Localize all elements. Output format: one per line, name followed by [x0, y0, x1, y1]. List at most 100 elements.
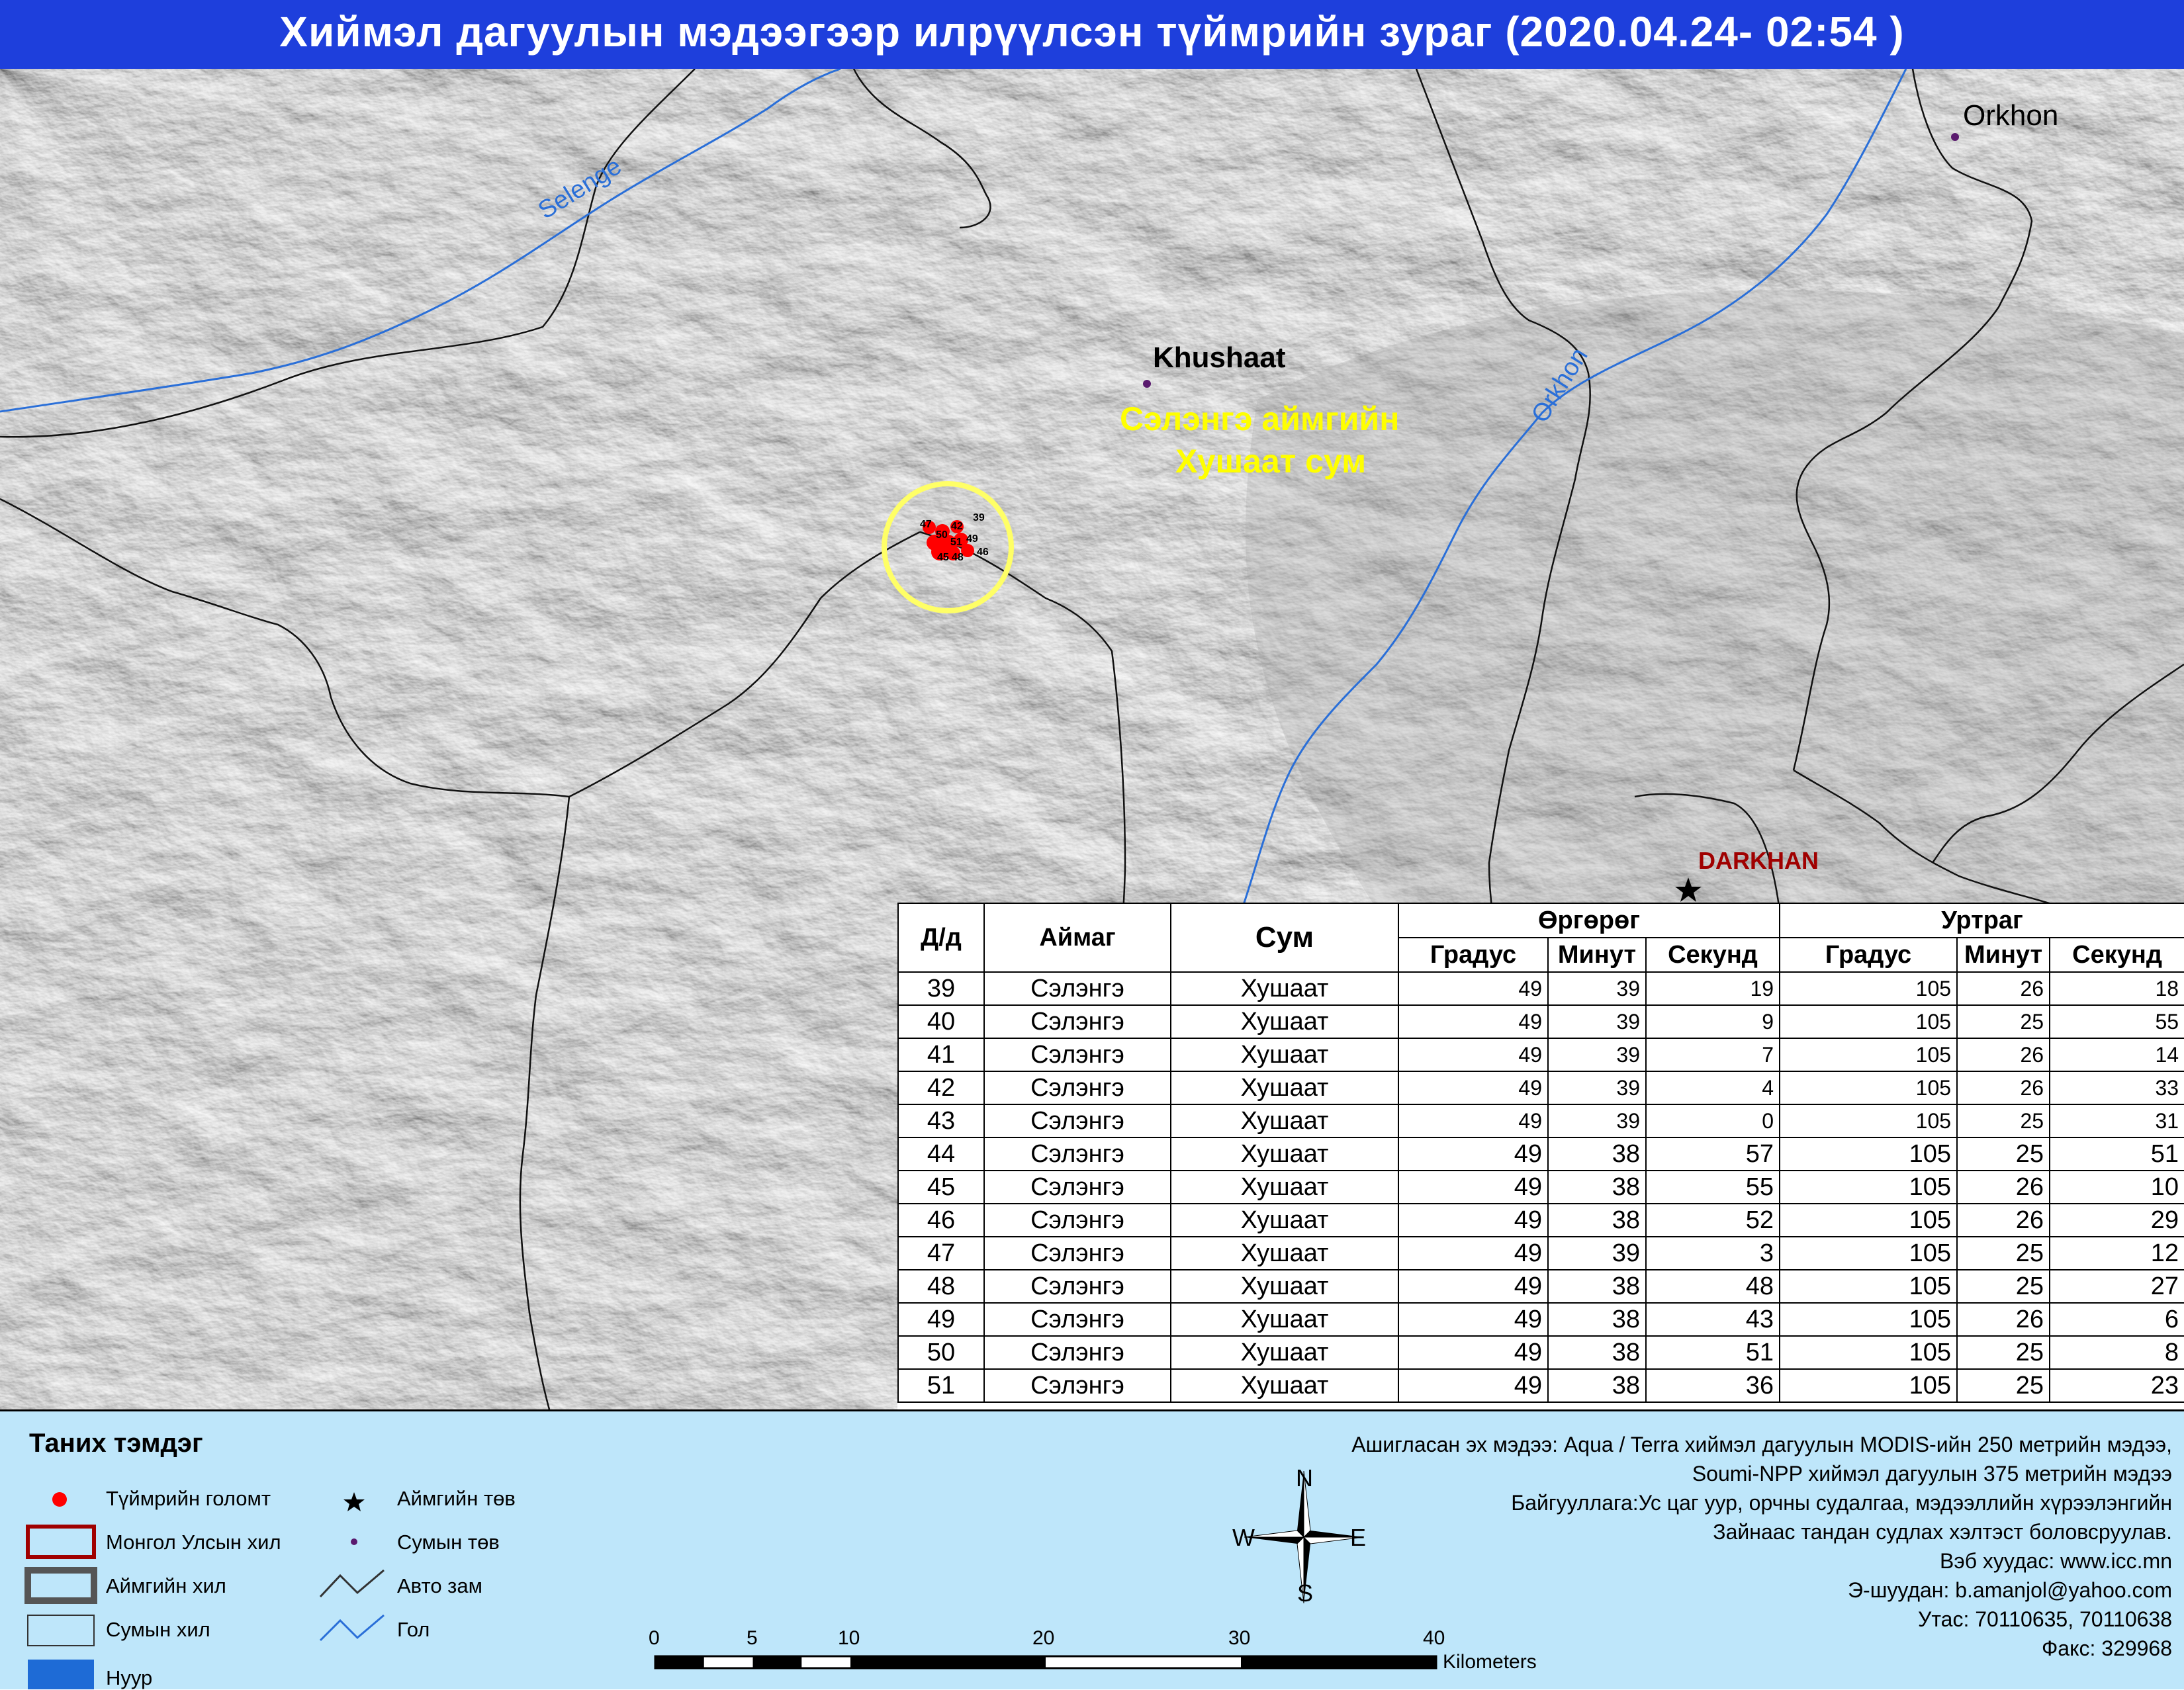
- table-row: 40 Сэлэнгэ Хушаат 49 39 9 105 25 55: [897, 1004, 2184, 1039]
- table-row: 44 Сэлэнгэ Хушаат 49 38 57 105 25 51: [897, 1137, 2184, 1171]
- table-cell-lat-min: 38: [1547, 1368, 1647, 1403]
- orkhon-place-label: Orkhon: [1963, 99, 2059, 132]
- table-cell-lat-min: 38: [1547, 1335, 1647, 1370]
- table-cell-lon-deg: 105: [1779, 1269, 1958, 1304]
- table-row: 45 Сэлэнгэ Хушаат 49 38 55 105 26 10: [897, 1170, 2184, 1204]
- scale-tick-20: 20: [1032, 1627, 1055, 1649]
- table-cell-lat-deg: 49: [1398, 1269, 1549, 1304]
- table-cell-lat-sec: 19: [1645, 971, 1781, 1006]
- river-symbol: [319, 1614, 385, 1642]
- darkhan-aimag-center: [1675, 877, 1702, 902]
- table-cell-lat-sec: 48: [1645, 1269, 1781, 1304]
- info-website[interactable]: Вэб хуудас: www.icc.mn: [1940, 1549, 2172, 1574]
- table-cell-lat-sec: 7: [1645, 1038, 1781, 1072]
- table-cell-lon-min: 26: [1956, 1302, 2051, 1337]
- scale-tick-40: 40: [1423, 1627, 1445, 1649]
- table-cell-lat-sec: 55: [1645, 1170, 1781, 1204]
- scale-unit: Kilometers: [1443, 1651, 1537, 1673]
- table-cell-lon-min: 26: [1956, 1071, 2051, 1105]
- table-row: 49 Сэлэнгэ Хушаат 49 38 43 105 26 6: [897, 1302, 2184, 1337]
- fire-label: 48: [952, 552, 964, 563]
- info-email[interactable]: Э-шуудан: b.amanjol@yahoo.com: [1848, 1578, 2172, 1603]
- table-cell-sum: Хушаат: [1170, 1104, 1399, 1138]
- fire-label: 49: [966, 533, 978, 545]
- table-cell-aimag: Сэлэнгэ: [983, 1004, 1171, 1039]
- fire-label: 51: [950, 537, 962, 548]
- table-cell-lat-min: 39: [1547, 1071, 1647, 1105]
- table-cell-lat-deg: 49: [1398, 1236, 1549, 1270]
- road-symbol: [319, 1569, 385, 1598]
- legend-panel: Таних тэмдэг Түймрийн голомт Аймгийн төв…: [0, 1409, 2184, 1689]
- table-cell-lon-sec: 33: [2049, 1071, 2184, 1105]
- table-cell-lon-sec: 27: [2049, 1269, 2184, 1304]
- table-cell-lat-deg: 49: [1398, 1203, 1549, 1237]
- scale-tick-5: 5: [747, 1627, 758, 1649]
- col-header-longitude: Уртраг: [1779, 903, 2184, 938]
- table-cell-lat-sec: 51: [1645, 1335, 1781, 1370]
- table-cell-lat-min: 38: [1547, 1137, 1647, 1171]
- info-phone: Утас: 70110635, 70110638: [1918, 1607, 2172, 1631]
- table-cell-sum: Хушаат: [1170, 1137, 1399, 1171]
- table-cell-lon-deg: 105: [1779, 1203, 1958, 1237]
- table-cell-lon-sec: 12: [2049, 1236, 2184, 1270]
- mongolia-border-symbol: [26, 1525, 96, 1559]
- table-row: 50 Сэлэнгэ Хушаат 49 38 51 105 25 8: [897, 1335, 2184, 1370]
- legend-lake: Нуур: [106, 1666, 153, 1689]
- legend-soum-center: Сумын төв: [397, 1531, 500, 1554]
- table-cell-lat-min: 38: [1547, 1269, 1647, 1304]
- table-cell-sum: Хушаат: [1170, 1368, 1399, 1403]
- table-cell-lat-deg: 49: [1398, 1335, 1549, 1370]
- table-cell-lat-min: 38: [1547, 1302, 1647, 1337]
- table-cell-lon-sec: 10: [2049, 1170, 2184, 1204]
- table-cell-no: 47: [897, 1236, 985, 1270]
- table-cell-lon-min: 26: [1956, 1203, 2051, 1237]
- table-cell-lon-deg: 105: [1779, 1071, 1958, 1105]
- fire-label: 47: [920, 519, 932, 530]
- table-cell-lon-deg: 105: [1779, 1137, 1958, 1171]
- table-cell-no: 45: [897, 1170, 985, 1204]
- table-cell-aimag: Сэлэнгэ: [983, 1236, 1171, 1270]
- legend-mongolia-border: Монгол Улсын хил: [106, 1531, 281, 1554]
- map-title: Хиймэл дагуулын мэдээгээр илрүүлсэн түйм…: [0, 0, 2184, 69]
- info-org-line2: Зайнаас тандан судлах хэлтэст боловсруул…: [1713, 1520, 2172, 1544]
- table-cell-sum: Хушаат: [1170, 1302, 1399, 1337]
- table-cell-sum: Хушаат: [1170, 1004, 1399, 1039]
- orkhon-soum-center: [1951, 133, 1959, 141]
- table-cell-lat-min: 39: [1547, 971, 1647, 1006]
- table-cell-lon-min: 25: [1956, 1368, 2051, 1403]
- table-body: 39 Сэлэнгэ Хушаат 49 39 19 105 26 18 40 Сэлэнгэ Хуш…: [897, 971, 2184, 1403]
- table-cell-lat-sec: 57: [1645, 1137, 1781, 1171]
- table-cell-lat-sec: 9: [1645, 1004, 1781, 1039]
- table-cell-no: 46: [897, 1203, 985, 1237]
- col-header-aimag: Аймаг: [983, 903, 1171, 973]
- table-cell-lat-sec: 4: [1645, 1071, 1781, 1105]
- col-header-lat-sec: Секунд: [1645, 937, 1781, 973]
- table-cell-no: 44: [897, 1137, 985, 1171]
- compass-e: E: [1350, 1524, 1367, 1551]
- table-cell-no: 50: [897, 1335, 985, 1370]
- table-cell-lon-sec: 18: [2049, 971, 2184, 1006]
- col-header-latitude: Өргөрөг: [1397, 903, 1781, 938]
- table-cell-lat-min: 39: [1547, 1104, 1647, 1138]
- table-cell-lon-sec: 55: [2049, 1004, 2184, 1039]
- fire-coordinates-table-panel: Д/д Аймаг Сум Өргөрөг Уртраг Градус Мину…: [897, 903, 2184, 1409]
- table-cell-lat-sec: 43: [1645, 1302, 1781, 1337]
- legend-road: Авто зам: [397, 1574, 482, 1597]
- table-cell-lon-deg: 105: [1779, 1368, 1958, 1403]
- table-cell-lon-deg: 105: [1779, 1038, 1958, 1072]
- col-header-lat-min: Минут: [1547, 937, 1647, 973]
- table-cell-lat-sec: 36: [1645, 1368, 1781, 1403]
- table-row: 41 Сэлэнгэ Хушаат 49 39 7 105 26 14: [897, 1038, 2184, 1072]
- aimag-center-star-symbol: [343, 1492, 365, 1511]
- legend-fire-point: Түймрийн голомт: [106, 1487, 271, 1510]
- table-cell-no: 43: [897, 1104, 985, 1138]
- table-row: 42 Сэлэнгэ Хушаат 49 39 4 105 26 33: [897, 1071, 2184, 1105]
- table-cell-lat-deg: 49: [1398, 1137, 1549, 1171]
- table-cell-lon-sec: 23: [2049, 1368, 2184, 1403]
- table-cell-lon-min: 25: [1956, 1104, 2051, 1138]
- fire-label: 45: [937, 552, 949, 563]
- table-cell-no: 49: [897, 1302, 985, 1337]
- table-cell-sum: Хушаат: [1170, 1038, 1399, 1072]
- table-cell-no: 41: [897, 1038, 985, 1072]
- area-label-line1: Сэлэнгэ аймгийн: [1120, 400, 1400, 437]
